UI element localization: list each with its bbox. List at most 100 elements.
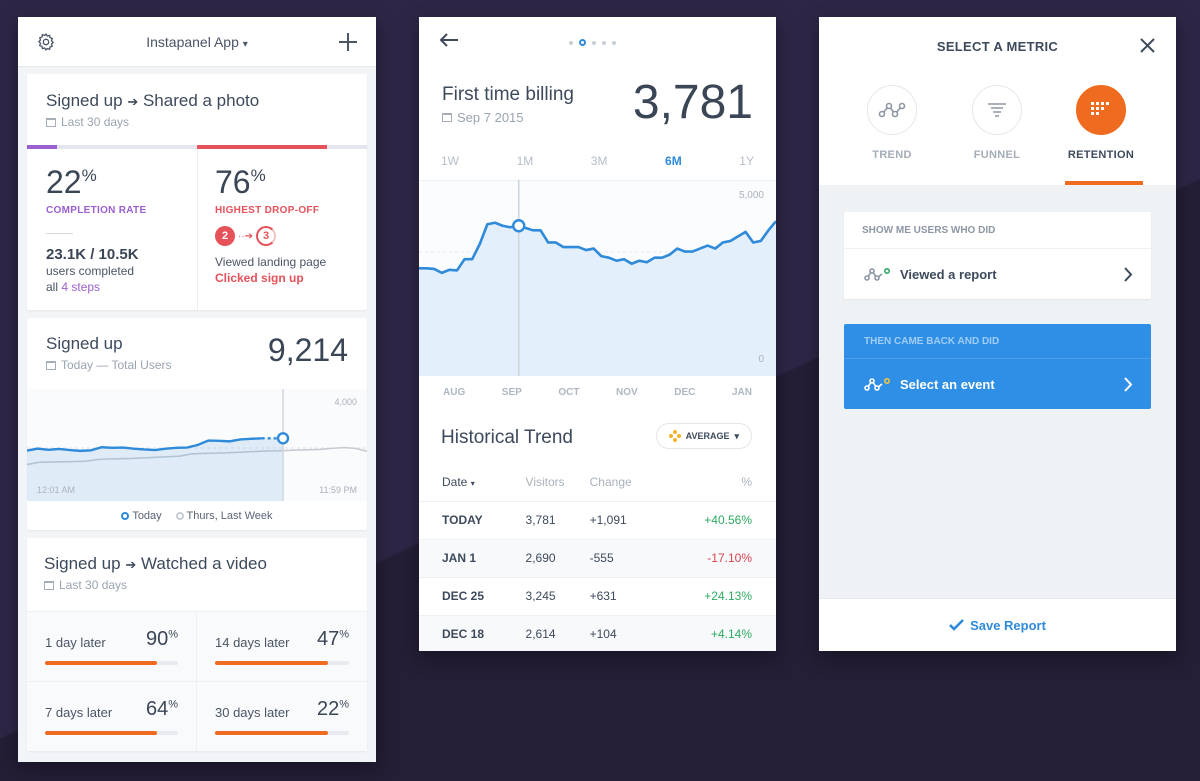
metric-retention[interactable]: RETENTION <box>1056 85 1146 161</box>
retention-value: 47% <box>317 628 349 651</box>
card-title: Signed up ➔ Shared a photo <box>46 91 348 111</box>
title-from: Signed up <box>46 91 123 110</box>
retention-bar-track <box>45 730 178 735</box>
col-change[interactable]: Change <box>590 463 659 501</box>
month-label: OCT <box>558 387 580 398</box>
retention-value: 22% <box>317 698 349 721</box>
cell-change: +1,091 <box>589 513 627 527</box>
percent-sign: % <box>339 628 349 641</box>
calendar-icon <box>442 113 452 122</box>
page-dot[interactable] <box>592 40 596 45</box>
retention-card[interactable]: Signed up ➔ Watched a video Last 30 days… <box>27 538 367 751</box>
metric-funnel[interactable]: FUNNEL <box>952 85 1042 161</box>
value-number: 47 <box>316 628 340 650</box>
range-tab[interactable]: 1Y <box>739 154 754 168</box>
chevron-right-icon <box>1124 266 1133 282</box>
select-event-row[interactable]: Select an event <box>844 359 1151 409</box>
from-event: Viewed landing page <box>215 255 327 269</box>
event-label: Viewed a report <box>900 266 997 282</box>
cell-date: DEC 18 <box>442 627 485 641</box>
cell-change: +104 <box>589 627 617 641</box>
app-switcher[interactable]: Instapanel App ▾ <box>146 34 248 50</box>
total-users: 9,214 <box>267 332 348 368</box>
steps-link[interactable]: 4 steps <box>61 280 100 294</box>
month-label: NOV <box>616 387 638 398</box>
page-dot[interactable] <box>579 39 586 46</box>
page-dot[interactable] <box>569 40 573 45</box>
billing-chart: 5,000 0 <box>419 180 776 376</box>
to-event: Clicked sign up <box>215 271 304 285</box>
completion-number: 22 <box>46 164 82 200</box>
retention-label: 1 day later <box>45 635 106 650</box>
subtitle-text: Today — Total Users <box>61 358 172 372</box>
col-label: Date <box>442 474 468 489</box>
page-dot[interactable] <box>612 40 616 45</box>
range-tab[interactable]: 1M <box>517 154 534 168</box>
col-percent[interactable]: % <box>659 463 777 501</box>
page-dot[interactable] <box>602 40 606 45</box>
cell-change: -555 <box>589 551 614 565</box>
title-to: Shared a photo <box>142 91 260 110</box>
section-header: THEN CAME BACK AND DID <box>844 324 1151 359</box>
sort-icon: ▾ <box>470 478 475 488</box>
retention-cell: 1 day later 90% <box>27 612 197 682</box>
average-dropdown[interactable]: AVERAGE ▾ <box>655 423 752 449</box>
arrow-right-icon: ➔ <box>127 94 139 109</box>
table-row[interactable]: JAN 1 2,690 -555 -17.10% <box>419 539 776 577</box>
check-icon <box>949 619 964 631</box>
gear-icon[interactable] <box>36 32 56 52</box>
retention-value: 90% <box>146 628 178 651</box>
cell-visitors: 2,690 <box>525 551 556 565</box>
card-title: Signed up <box>46 334 123 353</box>
save-report-button[interactable]: Save Report <box>819 598 1176 651</box>
table-row[interactable]: DEC 18 2,614 +104 +4.14% <box>419 615 776 651</box>
cursor-marker <box>512 219 526 233</box>
month-label: JAN <box>731 387 752 398</box>
metric-trend[interactable]: TREND <box>847 85 937 161</box>
first-event-section: SHOW ME USERS WHO DID Viewed a report <box>844 212 1151 299</box>
divider <box>197 149 198 310</box>
select-metric-screen: SELECT A METRIC TREND FUNNEL RETENTION S… <box>819 17 1176 651</box>
y-max-label: 4,000 <box>334 397 357 407</box>
close-icon[interactable] <box>1140 38 1155 53</box>
col-visitors[interactable]: Visitors <box>526 463 590 501</box>
retention-circle <box>1076 85 1126 135</box>
cell-visitors: 3,245 <box>525 589 556 603</box>
app-name: Instapanel App <box>146 33 239 50</box>
range-tab[interactable]: 6M <box>665 154 682 168</box>
cell-percent: +24.13% <box>704 589 752 603</box>
table-row[interactable]: DEC 25 3,245 +631 +24.13% <box>419 577 776 615</box>
col-date[interactable]: Date ▾ <box>419 463 526 501</box>
y-min-label: 0 <box>758 354 764 365</box>
add-icon[interactable] <box>338 32 358 52</box>
completion-caption: users completed <box>46 264 135 278</box>
today-dot-icon <box>121 512 130 521</box>
divider <box>46 233 73 234</box>
range-tab[interactable]: 1W <box>441 154 459 168</box>
retention-label: 30 days later <box>215 704 290 720</box>
first-event-row[interactable]: Viewed a report <box>844 249 1151 299</box>
card-title: Signed up ➔ Watched a video <box>44 554 350 574</box>
range-tabs: 1W 1M 3M 6M 1Y <box>419 154 776 168</box>
metric-value: 3,781 <box>632 76 753 129</box>
caret-down-icon: ▾ <box>242 38 248 50</box>
back-arrow-icon[interactable] <box>439 32 459 48</box>
signups-card[interactable]: Signed up Today — Total Users 9,214 4,00… <box>27 318 367 530</box>
month-label: AUG <box>443 387 466 398</box>
table-row[interactable]: TODAY 3,781 +1,091 +40.56% <box>419 501 776 539</box>
month-axis: AUG SEP OCT NOV DEC JAN <box>419 387 776 398</box>
step-from-badge: 2 <box>215 226 235 246</box>
value-number: 22 <box>316 697 340 720</box>
page-indicator <box>569 39 616 46</box>
funnel-card[interactable]: Signed up ➔ Shared a photo Last 30 days … <box>27 74 367 310</box>
top-bar: Instapanel App ▾ <box>18 17 376 67</box>
save-label: Save Report <box>970 617 1046 633</box>
trend-icon <box>878 102 906 118</box>
date-text: Sep 7 2015 <box>457 110 524 125</box>
dropoff-steps: 2 ··➔ 3 <box>215 226 355 246</box>
cell-change: +631 <box>589 589 617 603</box>
cell-percent: +40.56% <box>704 513 752 527</box>
percent-sign: % <box>168 628 178 641</box>
title-to: Watched a video <box>140 554 267 573</box>
range-tab[interactable]: 3M <box>591 154 608 168</box>
